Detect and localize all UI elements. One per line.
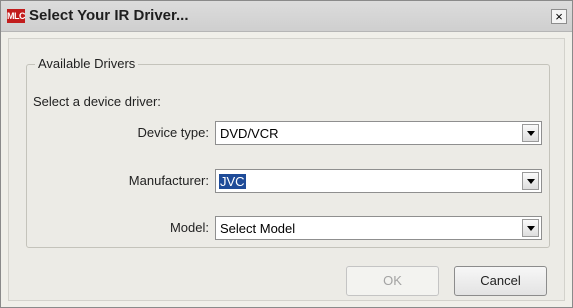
model-value: Select Model (220, 221, 296, 236)
chevron-down-icon[interactable] (522, 124, 539, 142)
chevron-down-icon[interactable] (522, 172, 539, 190)
manufacturer-label: Manufacturer: (128, 173, 209, 188)
ir-driver-dialog: MLC Select Your IR Driver... × Available… (0, 0, 573, 308)
title-bar[interactable]: MLC Select Your IR Driver... × (1, 1, 572, 32)
model-label: Model: (169, 220, 209, 235)
manufacturer-value: JVC (219, 174, 246, 189)
model-dropdown[interactable]: Select Model (215, 216, 542, 240)
dialog-body: Available Drivers Select a device driver… (8, 38, 565, 301)
available-drivers-group: Available Drivers Select a device driver… (26, 56, 550, 248)
group-legend: Available Drivers (35, 56, 139, 71)
window-title: Select Your IR Driver... (29, 7, 189, 24)
ok-button[interactable]: OK (346, 266, 439, 296)
manufacturer-dropdown[interactable]: JVC (215, 169, 542, 193)
device-type-dropdown[interactable]: DVD/VCR (215, 121, 542, 145)
device-type-label: Device type: (137, 125, 209, 140)
app-logo-icon: MLC (7, 9, 26, 23)
close-button[interactable]: × (551, 9, 567, 24)
select-driver-prompt: Select a device driver: (33, 94, 161, 109)
cancel-button[interactable]: Cancel (454, 266, 547, 296)
device-type-value: DVD/VCR (220, 126, 279, 141)
chevron-down-icon[interactable] (522, 219, 539, 237)
